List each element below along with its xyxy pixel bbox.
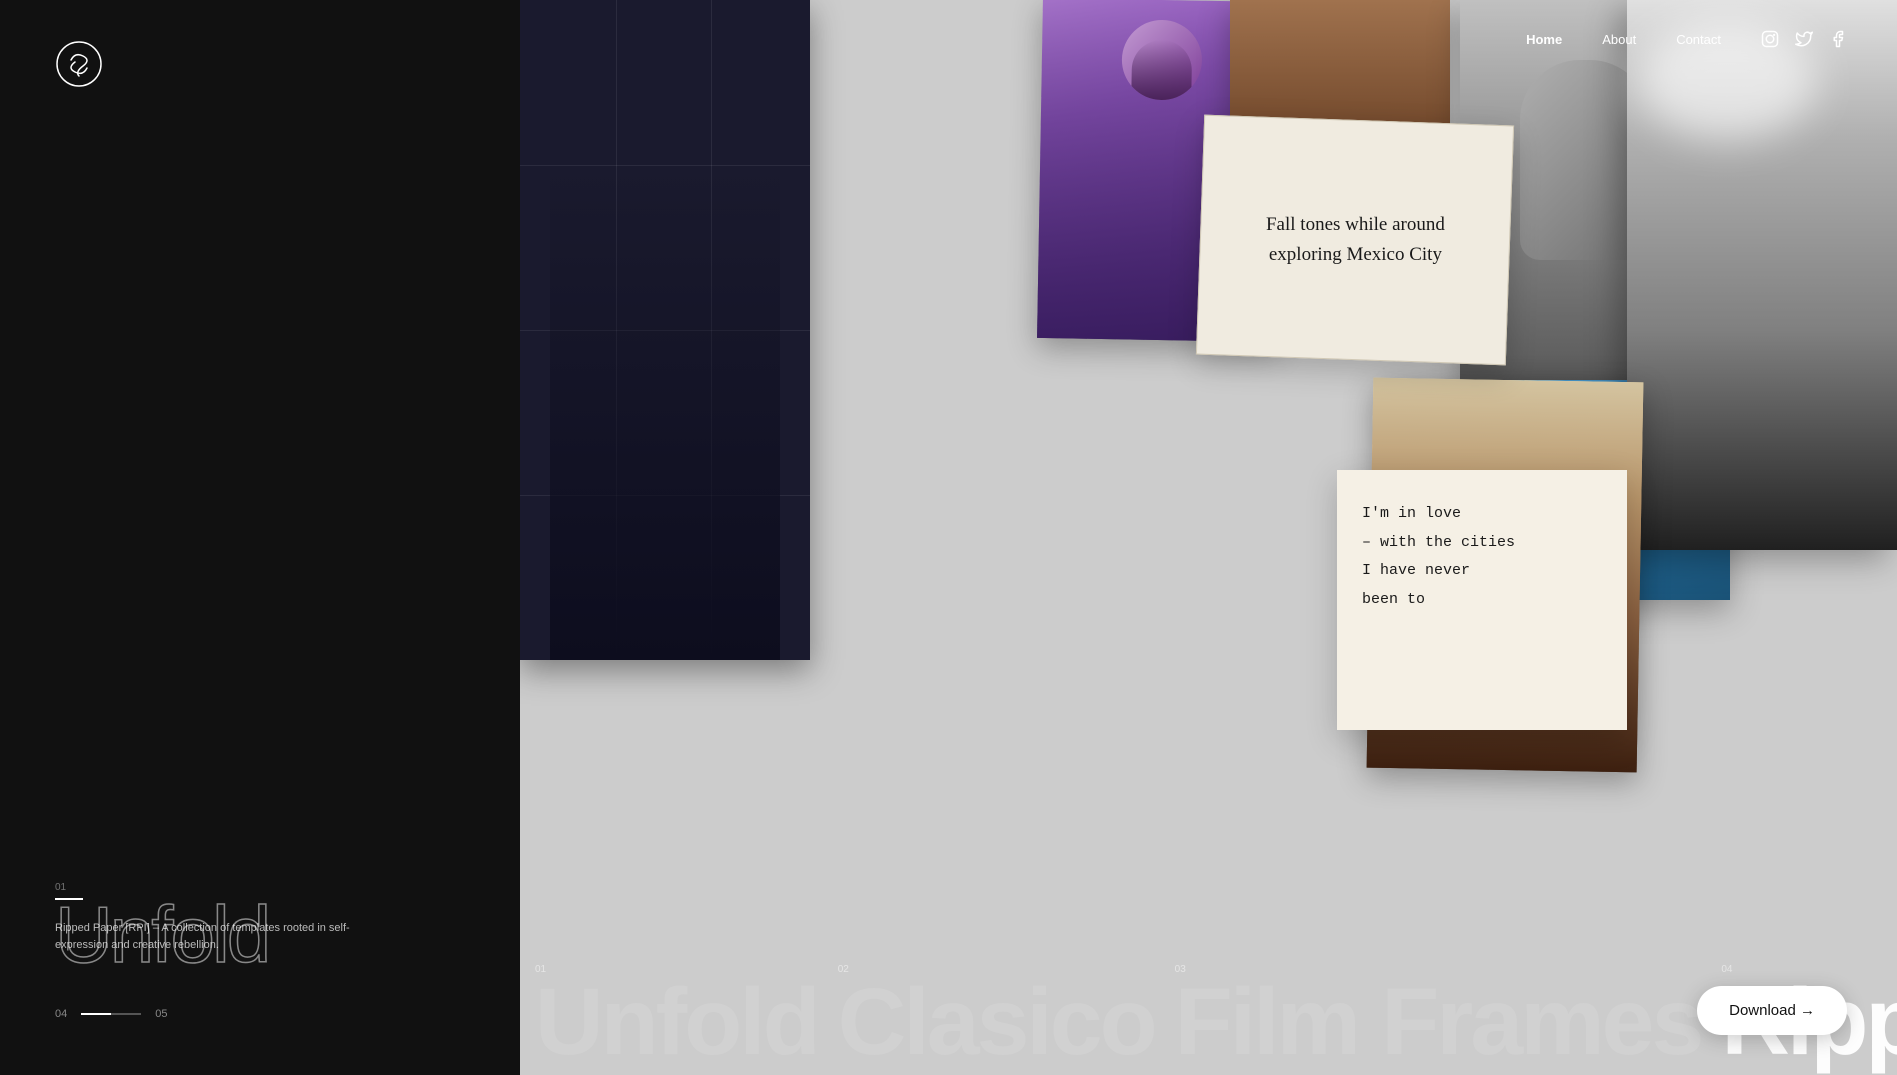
- note-card: Fall tones while around exploring Mexico…: [1196, 115, 1514, 366]
- template-names-row: 01 Unfold: [0, 882, 520, 975]
- nav-about[interactable]: About: [1602, 32, 1636, 47]
- logo[interactable]: [55, 40, 103, 88]
- dark-figure: [550, 160, 780, 660]
- nav-social: [1761, 30, 1847, 48]
- city-typewriter-text: I'm in love – with the cities I have nev…: [1362, 500, 1602, 614]
- twitter-icon[interactable]: [1795, 30, 1813, 48]
- page-current: 04: [55, 1008, 67, 1020]
- instagram-icon[interactable]: [1761, 30, 1779, 48]
- download-label: Download →: [1729, 1002, 1815, 1019]
- main-content: Home About Contact: [520, 0, 1897, 1075]
- city-text-card: I'm in love – with the cities I have nev…: [1337, 470, 1627, 730]
- pagination: 04 05: [55, 1008, 168, 1020]
- nav-links: Home About Contact: [1526, 32, 1721, 47]
- sidebar: Ripped Paper [RPI] – A collection of tem…: [0, 0, 520, 1075]
- note-card-text: Fall tones while around exploring Mexico…: [1251, 195, 1460, 286]
- photo-dark-grid: [520, 0, 810, 660]
- photo-man-clouds: [1627, 0, 1897, 550]
- page-bar: [81, 1013, 141, 1015]
- page-layout: Ripped Paper [RPI] – A collection of tem…: [0, 0, 1897, 1075]
- page-bar-fill: [81, 1013, 111, 1015]
- nav-contact[interactable]: Contact: [1676, 32, 1721, 47]
- nav-home[interactable]: Home: [1526, 32, 1562, 47]
- template-title-1: Unfold: [55, 895, 268, 975]
- facebook-icon[interactable]: [1829, 30, 1847, 48]
- page-total: 05: [155, 1008, 167, 1020]
- template-name-1: 01 Unfold: [55, 882, 268, 975]
- download-button[interactable]: Download →: [1697, 986, 1847, 1035]
- navigation: Home About Contact: [520, 0, 1897, 78]
